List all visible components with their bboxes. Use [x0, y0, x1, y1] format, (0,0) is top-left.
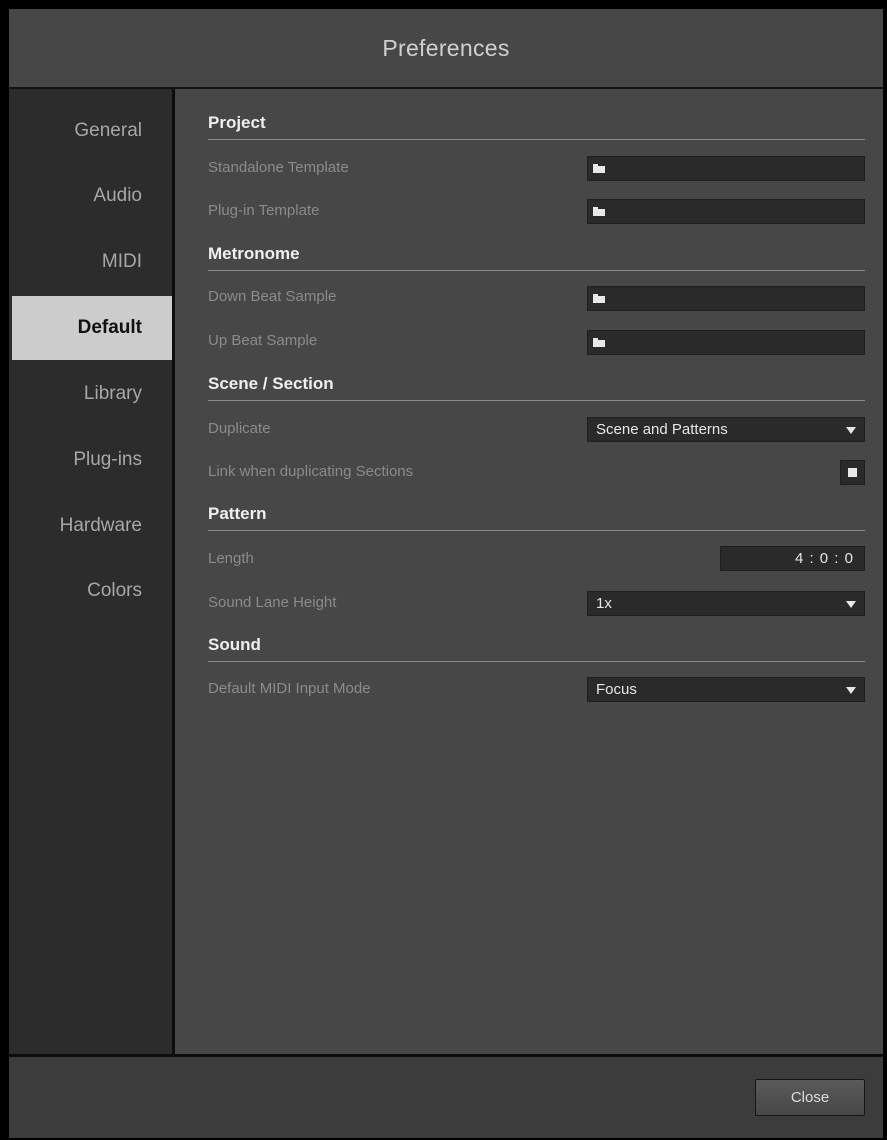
preferences-window: Preferences General Audio MIDI Default L…	[9, 9, 883, 1138]
settings-panel: Project Standalone Template Plug-in Temp…	[175, 89, 883, 1054]
sidebar-item-label: Colors	[87, 580, 142, 601]
length-field[interactable]: 4 : 0 : 0	[720, 546, 865, 571]
sidebar-item-plug-ins[interactable]: Plug-ins	[12, 428, 172, 492]
sidebar-item-general[interactable]: General	[12, 99, 172, 163]
up-beat-sample-field[interactable]	[587, 330, 865, 355]
chevron-down-icon	[846, 427, 856, 434]
duplicate-dropdown[interactable]: Scene and Patterns	[587, 417, 865, 442]
standalone-template-field[interactable]	[587, 156, 865, 181]
default-midi-input-mode-value: Focus	[596, 681, 637, 698]
down-beat-sample-label: Down Beat Sample	[208, 288, 337, 305]
sidebar-item-label: Hardware	[59, 515, 142, 536]
plugin-template-label: Plug-in Template	[208, 202, 320, 219]
section-title-project: Project	[208, 113, 865, 140]
section-title-pattern: Pattern	[208, 504, 865, 531]
sidebar-item-label: Default	[77, 317, 142, 338]
duplicate-value: Scene and Patterns	[596, 421, 728, 438]
sound-lane-height-dropdown[interactable]: 1x	[587, 591, 865, 616]
folder-icon[interactable]	[593, 164, 605, 173]
checkbox-checked-icon	[848, 468, 857, 477]
sidebar-item-label: MIDI	[101, 251, 142, 272]
up-beat-sample-label: Up Beat Sample	[208, 332, 318, 349]
sidebar: General Audio MIDI Default Library Plug-…	[9, 89, 172, 1054]
sidebar-item-default[interactable]: Default	[12, 296, 172, 360]
folder-icon[interactable]	[593, 207, 605, 216]
sidebar-item-midi[interactable]: MIDI	[12, 230, 172, 294]
duplicate-label: Duplicate	[208, 420, 271, 437]
link-duplicating-label: Link when duplicating Sections	[208, 463, 414, 480]
section-title-scene-section: Scene / Section	[208, 374, 865, 401]
sidebar-item-library[interactable]: Library	[12, 362, 172, 426]
folder-icon[interactable]	[593, 294, 605, 303]
sidebar-item-colors[interactable]: Colors	[12, 559, 172, 623]
link-duplicating-checkbox[interactable]	[840, 460, 865, 485]
sidebar-item-label: General	[74, 120, 142, 141]
default-midi-input-mode-label: Default MIDI Input Mode	[208, 680, 371, 697]
plugin-template-field[interactable]	[587, 199, 865, 224]
close-button-label: Close	[790, 1089, 830, 1106]
sidebar-item-label: Plug-ins	[73, 449, 142, 470]
sound-lane-height-value: 1x	[596, 595, 612, 612]
section-title-sound: Sound	[208, 635, 865, 662]
sidebar-item-label: Library	[83, 383, 142, 404]
default-midi-input-mode-dropdown[interactable]: Focus	[587, 677, 865, 702]
folder-icon[interactable]	[593, 338, 605, 347]
chevron-down-icon	[846, 601, 856, 608]
sidebar-item-audio[interactable]: Audio	[12, 164, 172, 228]
section-title-metronome: Metronome	[208, 244, 865, 271]
close-button[interactable]: Close	[755, 1079, 865, 1116]
sound-lane-height-label: Sound Lane Height	[208, 594, 337, 611]
title-bar: Preferences	[9, 9, 883, 89]
footer: Close	[9, 1057, 883, 1138]
chevron-down-icon	[846, 687, 856, 694]
sidebar-item-hardware[interactable]: Hardware	[12, 494, 172, 558]
sidebar-item-label: Audio	[93, 185, 142, 206]
length-label: Length	[208, 550, 254, 567]
down-beat-sample-field[interactable]	[587, 286, 865, 311]
standalone-template-label: Standalone Template	[208, 159, 349, 176]
window-title: Preferences	[382, 34, 510, 61]
